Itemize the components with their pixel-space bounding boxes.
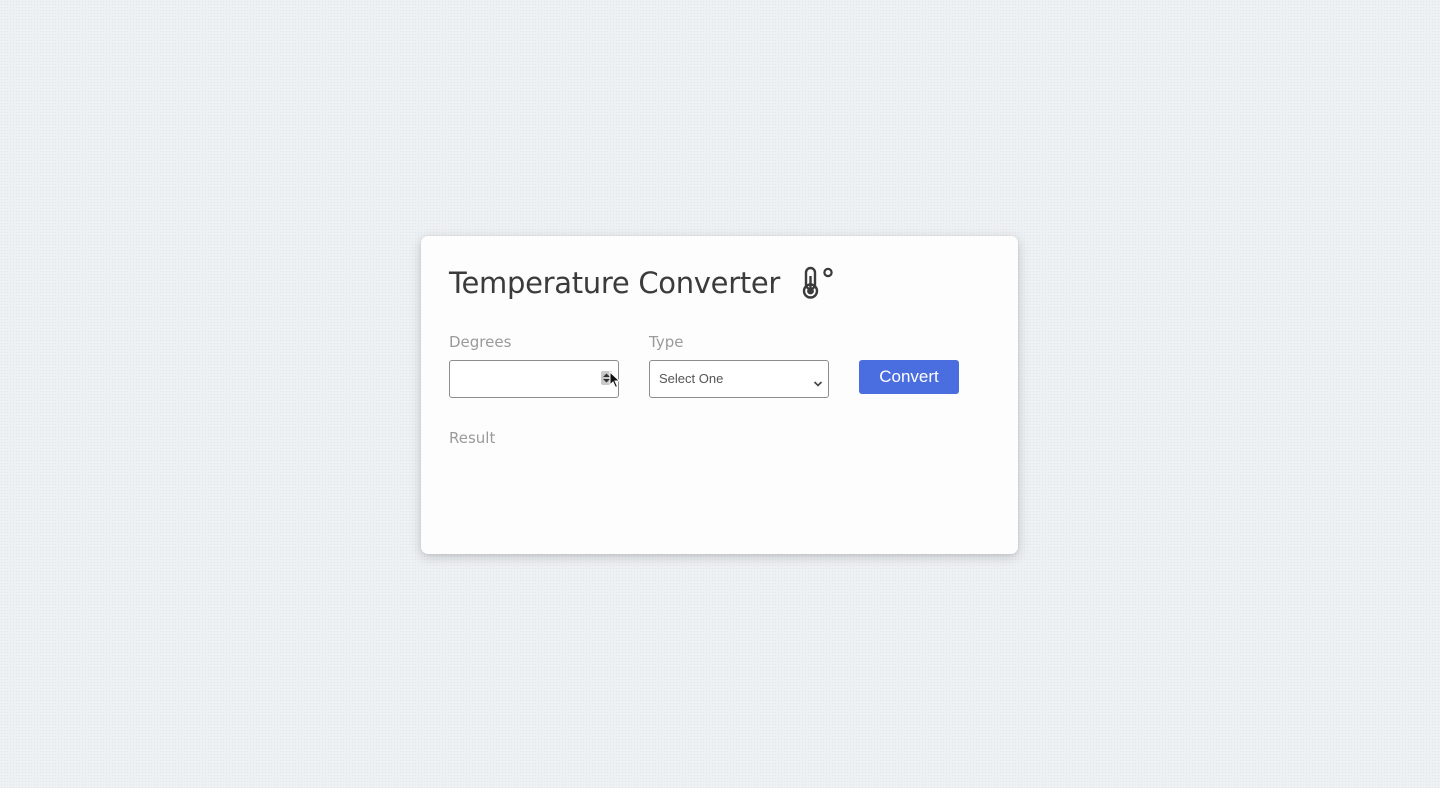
chevron-down-icon (813, 374, 823, 387)
degrees-input[interactable] (450, 361, 590, 397)
thermometer-degree-icon (800, 266, 836, 300)
type-select-value: Select One (659, 371, 724, 386)
convert-button[interactable]: Convert (859, 360, 959, 394)
title-row: Temperature Converter (449, 266, 836, 300)
result-label: Result (449, 429, 496, 447)
degrees-field[interactable] (449, 360, 621, 398)
mouse-cursor-icon (609, 370, 621, 389)
type-select[interactable]: Select One (649, 360, 829, 398)
converter-card: Temperature Converter Degrees Type Selec… (421, 236, 1018, 554)
type-label: Type (649, 333, 684, 351)
page-title: Temperature Converter (449, 266, 781, 300)
degrees-label: Degrees (449, 333, 512, 351)
